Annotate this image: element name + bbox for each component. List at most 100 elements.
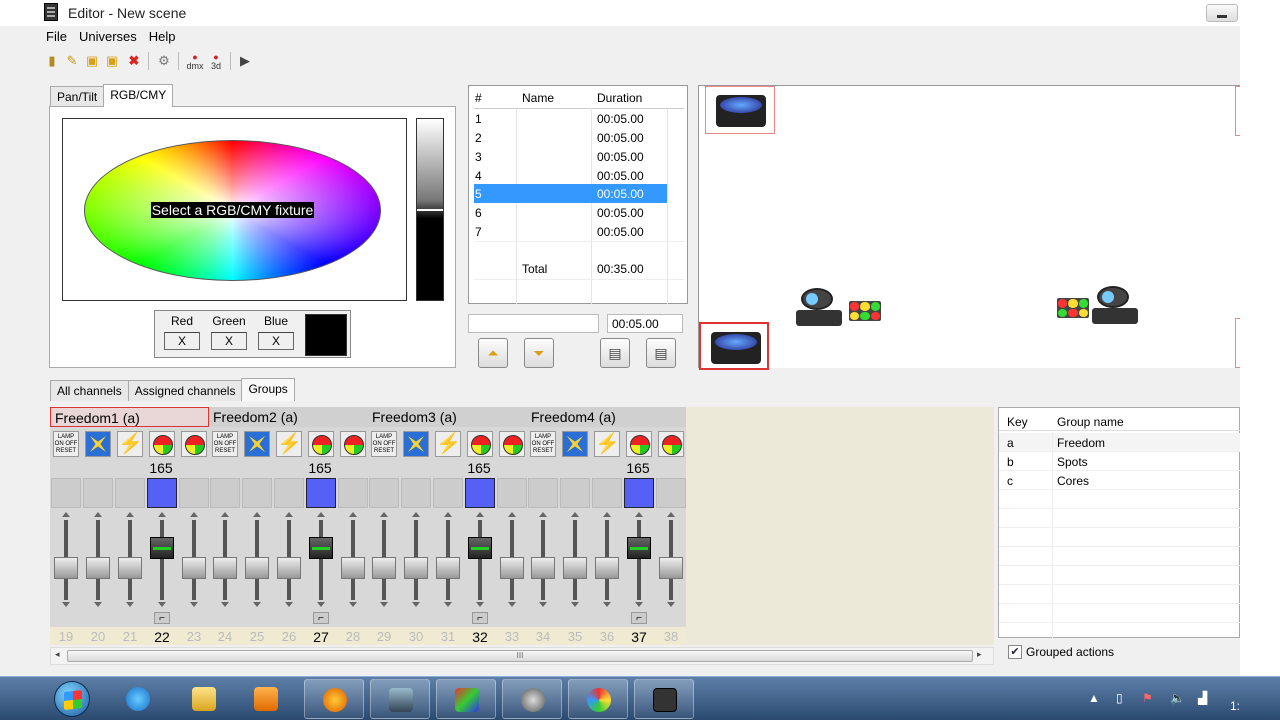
fader-down-icon[interactable] xyxy=(253,602,261,607)
col-header-duration[interactable]: Duration xyxy=(597,91,642,105)
channel-slot[interactable] xyxy=(369,478,399,508)
pan-tilt-icon[interactable] xyxy=(562,431,588,457)
led-panel-fixture[interactable] xyxy=(1057,298,1089,318)
fader-knob[interactable] xyxy=(245,557,269,579)
fader-up-icon[interactable] xyxy=(508,512,516,517)
channel-slot[interactable] xyxy=(51,478,81,508)
table-row[interactable]: 1 00:05.00 xyxy=(474,109,667,128)
lamp-control-icon[interactable]: LAMP ON OFF RESET xyxy=(53,431,79,457)
tab-rgb-cmy[interactable]: RGB/CMY xyxy=(103,84,174,107)
pan-tilt-icon[interactable] xyxy=(244,431,270,457)
moving-head-fixture[interactable] xyxy=(791,286,851,328)
channel-fader[interactable] xyxy=(528,512,558,612)
fixture-name[interactable]: Freedom2 (a) xyxy=(209,407,368,427)
fader-knob[interactable] xyxy=(468,537,492,559)
tray-flag-icon[interactable]: ⚑ xyxy=(1142,691,1153,705)
color-wheel-icon[interactable] xyxy=(658,431,684,457)
fader-up-icon[interactable] xyxy=(62,512,70,517)
channel-fader[interactable] xyxy=(274,512,304,612)
moving-head-fixture[interactable] xyxy=(1087,284,1147,326)
clock[interactable]: 1: xyxy=(1230,699,1240,713)
fader-down-icon[interactable] xyxy=(667,602,675,607)
channel-slot[interactable] xyxy=(401,478,431,508)
col-header-name[interactable]: Name xyxy=(522,91,554,105)
channel-slot[interactable] xyxy=(592,478,622,508)
fixture-name[interactable]: Freedom1 (a) xyxy=(50,407,209,427)
channel-fader[interactable] xyxy=(51,512,81,612)
color-wheel-icon[interactable] xyxy=(149,431,175,457)
channel-fader[interactable] xyxy=(624,512,654,612)
color-wheel-icon[interactable] xyxy=(340,431,366,457)
fader-up-icon[interactable] xyxy=(539,512,547,517)
fader-down-icon[interactable] xyxy=(508,602,516,607)
minimize-button[interactable] xyxy=(1206,4,1238,22)
channel-fader[interactable] xyxy=(401,512,431,612)
taskbar-media-player[interactable] xyxy=(236,679,296,719)
fader-knob[interactable] xyxy=(372,557,396,579)
menu-help[interactable]: Help xyxy=(143,27,182,47)
channel-fader[interactable] xyxy=(147,512,177,612)
color-wheel-icon[interactable] xyxy=(626,431,652,457)
channel-slot[interactable] xyxy=(147,478,177,508)
channel-fader[interactable] xyxy=(592,512,622,612)
menu-universes[interactable]: Universes xyxy=(73,27,143,47)
fixture-name[interactable]: Freedom3 (a) xyxy=(368,407,527,427)
color-wheel-icon[interactable] xyxy=(181,431,207,457)
fader-knob[interactable] xyxy=(277,557,301,579)
3d-icon[interactable]: ● 3d xyxy=(208,53,224,71)
channel-slot[interactable] xyxy=(306,478,336,508)
tab-all-channels[interactable]: All channels xyxy=(50,380,129,401)
tab-pan-tilt[interactable]: Pan/Tilt xyxy=(50,86,105,107)
fader-knob[interactable] xyxy=(627,537,651,559)
group-row[interactable]: c Cores xyxy=(999,471,1240,490)
fader-down-icon[interactable] xyxy=(221,602,229,607)
channel-slot[interactable] xyxy=(210,478,240,508)
save-icon[interactable]: ▣ xyxy=(84,53,100,69)
channel-slot[interactable] xyxy=(115,478,145,508)
channel-slot[interactable] xyxy=(83,478,113,508)
tray-volume-icon[interactable]: 🔈 xyxy=(1170,691,1185,705)
channel-fader[interactable] xyxy=(83,512,113,612)
fader-knob[interactable] xyxy=(86,557,110,579)
fader-knob[interactable] xyxy=(659,557,683,579)
fade-mode-icon[interactable]: ⌐ xyxy=(631,612,647,624)
fade-mode-icon[interactable]: ⌐ xyxy=(472,612,488,624)
intensity-marker[interactable] xyxy=(417,209,443,211)
fader-up-icon[interactable] xyxy=(571,512,579,517)
move-step-up-button[interactable]: ⏶ xyxy=(478,338,508,368)
fader-knob[interactable] xyxy=(563,557,587,579)
table-row[interactable]: 2 00:05.00 xyxy=(474,128,667,147)
fader-up-icon[interactable] xyxy=(317,512,325,517)
channel-fader[interactable] xyxy=(497,512,527,612)
fader-up-icon[interactable] xyxy=(667,512,675,517)
tab-groups[interactable]: Groups xyxy=(241,378,295,401)
red-value[interactable]: X xyxy=(164,332,200,350)
fader-knob[interactable] xyxy=(182,557,206,579)
strobe-icon[interactable]: ⚡ xyxy=(117,431,143,457)
fader-knob[interactable] xyxy=(500,557,524,579)
fader-knob[interactable] xyxy=(118,557,142,579)
fader-up-icon[interactable] xyxy=(126,512,134,517)
channel-slot[interactable] xyxy=(433,478,463,508)
channel-slot[interactable] xyxy=(528,478,558,508)
fader-knob[interactable] xyxy=(150,537,174,559)
channel-fader[interactable] xyxy=(656,512,686,612)
color-wheel-icon[interactable] xyxy=(308,431,334,457)
fader-down-icon[interactable] xyxy=(285,602,293,607)
fader-up-icon[interactable] xyxy=(412,512,420,517)
channel-slot[interactable] xyxy=(560,478,590,508)
fader-down-icon[interactable] xyxy=(380,602,388,607)
fader-down-icon[interactable] xyxy=(412,602,420,607)
tab-assigned-channels[interactable]: Assigned channels xyxy=(127,380,243,401)
fader-down-icon[interactable] xyxy=(603,602,611,607)
fader-down-icon[interactable] xyxy=(444,602,452,607)
channel-slot[interactable] xyxy=(179,478,209,508)
par-fixture-selected[interactable] xyxy=(699,322,769,370)
fader-knob[interactable] xyxy=(595,557,619,579)
taskbar-display[interactable] xyxy=(436,679,496,719)
pan-tilt-icon[interactable] xyxy=(85,431,111,457)
taskbar-video-editor[interactable] xyxy=(370,679,430,719)
fader-up-icon[interactable] xyxy=(476,512,484,517)
strobe-icon[interactable]: ⚡ xyxy=(594,431,620,457)
intensity-bar[interactable] xyxy=(416,118,444,301)
